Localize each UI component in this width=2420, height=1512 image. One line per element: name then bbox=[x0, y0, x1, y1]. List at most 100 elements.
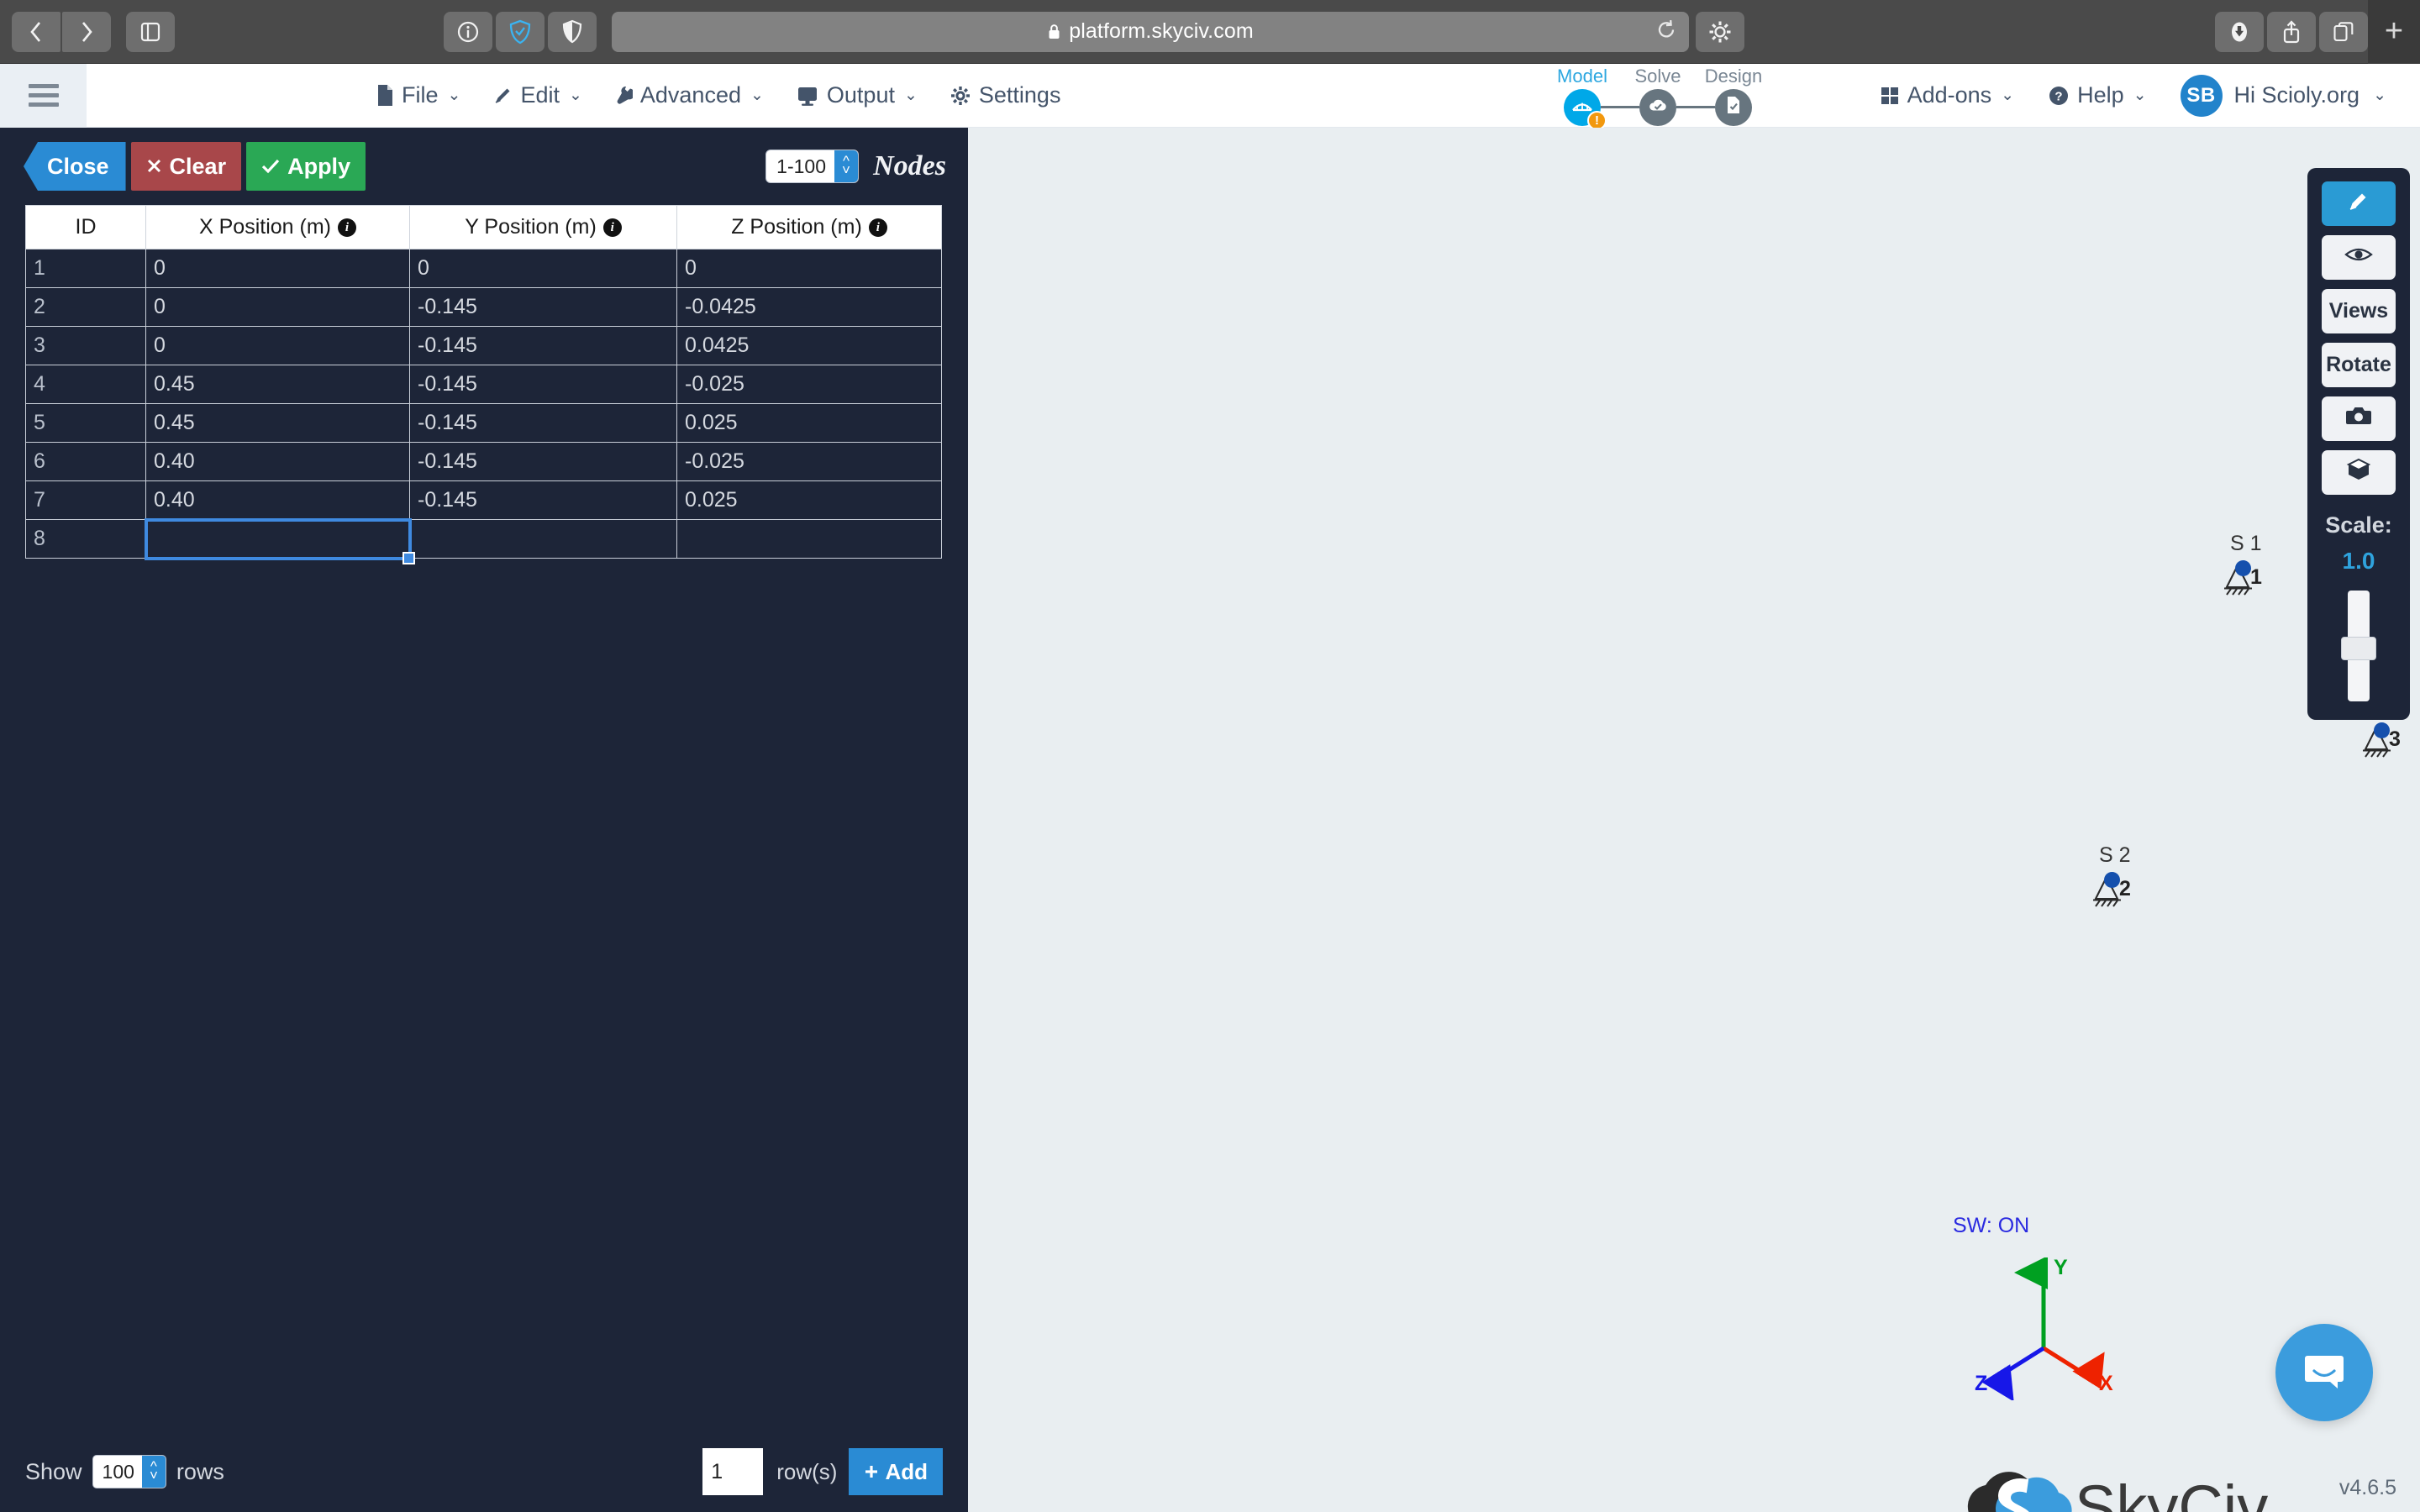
edit-mode-button[interactable] bbox=[2322, 181, 2396, 226]
model-viewport[interactable]: S 11S 33S 224 SW: ON Y bbox=[968, 128, 2420, 1512]
node-dot[interactable] bbox=[2235, 560, 2251, 576]
scale-slider-thumb[interactable] bbox=[2341, 637, 2376, 660]
table-cell-id[interactable]: 3 bbox=[25, 326, 146, 365]
clear-button[interactable]: Clear bbox=[130, 142, 242, 191]
show-rows-value: 100 bbox=[102, 1460, 134, 1483]
table-cell-id[interactable]: 2 bbox=[25, 287, 146, 327]
table-cell-x[interactable]: 0.45 bbox=[145, 365, 410, 404]
cell-fill-handle[interactable] bbox=[402, 552, 415, 564]
tab-overview-icon bbox=[2333, 21, 2354, 43]
show-rows-select[interactable]: 100 ^ ˅ bbox=[92, 1455, 166, 1488]
menu-label-edit: Edit bbox=[520, 82, 560, 108]
menu-item-output[interactable]: Output ⌄ bbox=[796, 82, 918, 108]
table-cell-z[interactable]: 0.025 bbox=[676, 480, 942, 520]
row-count-input[interactable] bbox=[702, 1448, 764, 1495]
menu-item-edit[interactable]: Edit ⌄ bbox=[492, 82, 582, 108]
views-button[interactable]: Views bbox=[2322, 289, 2396, 333]
column-header-y[interactable]: Y Position (m) i bbox=[409, 205, 677, 249]
menu-item-help[interactable]: ? Help ⌄ bbox=[2048, 82, 2147, 108]
table-cell-y[interactable]: 0 bbox=[409, 249, 677, 288]
column-header-id[interactable]: ID bbox=[25, 205, 146, 249]
info-icon[interactable]: i bbox=[337, 218, 356, 238]
visibility-button[interactable] bbox=[2322, 235, 2396, 280]
table-cell-id[interactable]: 8 bbox=[25, 519, 146, 559]
table-cell-y[interactable]: -0.145 bbox=[409, 365, 677, 404]
stepper-step-solve[interactable] bbox=[1639, 88, 1676, 126]
table-cell-y[interactable]: -0.145 bbox=[409, 480, 677, 520]
table-cell-y[interactable]: -0.145 bbox=[409, 403, 677, 443]
adguard-button[interactable] bbox=[496, 11, 544, 52]
render-3d-button[interactable] bbox=[2322, 450, 2396, 495]
info-icon[interactable]: i bbox=[602, 218, 622, 238]
table-cell-y[interactable]: -0.145 bbox=[409, 287, 677, 327]
table-cell-id[interactable]: 1 bbox=[25, 249, 146, 288]
scale-slider[interactable] bbox=[2341, 591, 2376, 701]
table-row[interactable]: 2 0 -0.145 -0.0425 bbox=[25, 287, 942, 327]
stepper-step-model[interactable]: ! bbox=[1564, 88, 1607, 130]
table-row[interactable]: 6 0.40 -0.145 -0.025 bbox=[25, 442, 942, 481]
table-row[interactable]: 4 0.45 -0.145 -0.025 bbox=[25, 365, 942, 404]
table-cell-z[interactable]: -0.025 bbox=[676, 442, 942, 481]
back-button[interactable] bbox=[12, 11, 60, 52]
table-cell-x[interactable]: 0.40 bbox=[145, 480, 410, 520]
table-cell-z[interactable]: -0.025 bbox=[676, 365, 942, 404]
table-row[interactable]: 8 bbox=[25, 517, 942, 564]
table-cell-z[interactable]: 0 bbox=[676, 249, 942, 288]
table-cell-id[interactable]: 7 bbox=[25, 480, 146, 520]
table-cell-z[interactable]: 0.0425 bbox=[676, 326, 942, 365]
table-cell-x[interactable]: 0 bbox=[145, 249, 410, 288]
menu-item-addons[interactable]: Add-ons ⌄ bbox=[1880, 82, 2014, 108]
menu-item-settings[interactable]: Settings bbox=[950, 82, 1060, 108]
table-cell-id[interactable]: 6 bbox=[25, 442, 146, 481]
column-header-x[interactable]: X Position (m) i bbox=[145, 205, 410, 249]
table-row[interactable]: 7 0.40 -0.145 0.025 bbox=[25, 480, 942, 520]
table-cell-z[interactable]: 0.025 bbox=[676, 403, 942, 443]
table-row[interactable]: 1000 bbox=[25, 249, 942, 288]
downloads-button[interactable] bbox=[2215, 11, 2264, 52]
table-cell-y[interactable] bbox=[409, 519, 677, 559]
hamburger-menu-button[interactable] bbox=[0, 63, 87, 128]
rotate-button[interactable]: Rotate bbox=[2322, 343, 2396, 387]
apply-button[interactable]: Apply bbox=[246, 142, 366, 191]
close-button[interactable]: Close bbox=[24, 142, 126, 191]
table-cell-y[interactable]: -0.145 bbox=[409, 442, 677, 481]
share-button[interactable] bbox=[2267, 11, 2316, 52]
monitor-icon bbox=[796, 85, 819, 107]
menu-item-file[interactable]: File ⌄ bbox=[376, 82, 460, 108]
forward-button[interactable] bbox=[62, 11, 111, 52]
table-cell-x[interactable]: 0 bbox=[145, 326, 410, 365]
browser-settings-button[interactable] bbox=[1696, 11, 1744, 52]
new-tab-button[interactable]: + bbox=[2368, 0, 2420, 64]
column-header-z[interactable]: Z Position (m) i bbox=[676, 205, 942, 249]
page-info-button[interactable] bbox=[444, 11, 492, 52]
table-cell-id[interactable]: 5 bbox=[25, 403, 146, 443]
table-cell-x[interactable]: 0 bbox=[145, 287, 410, 327]
sidebar-toggle-button[interactable] bbox=[126, 11, 175, 52]
share-icon bbox=[2281, 19, 2302, 45]
table-cell-y[interactable]: -0.145 bbox=[409, 326, 677, 365]
user-menu[interactable]: SB Hi Scioly.org ⌄ bbox=[2180, 74, 2386, 117]
table-cell-id[interactable]: 4 bbox=[25, 365, 146, 404]
stepper-step-design[interactable] bbox=[1715, 88, 1752, 126]
intercom-chat-button[interactable] bbox=[2275, 1324, 2373, 1421]
node-dot[interactable] bbox=[2374, 722, 2390, 738]
address-bar[interactable]: platform.skyciv.com bbox=[612, 11, 1689, 52]
privacy-shield-button[interactable] bbox=[548, 11, 597, 52]
node-dot[interactable] bbox=[2104, 872, 2120, 888]
table-cell-z[interactable] bbox=[676, 519, 942, 559]
tab-overview-button[interactable] bbox=[2319, 11, 2368, 52]
gear-icon bbox=[950, 85, 971, 107]
add-row-button[interactable]: Add bbox=[849, 1448, 943, 1495]
screenshot-button[interactable] bbox=[2322, 396, 2396, 441]
reload-icon[interactable] bbox=[1655, 18, 1677, 45]
table-row[interactable]: 5 0.45 -0.145 0.025 bbox=[25, 403, 942, 443]
intercom-chat-icon bbox=[2299, 1346, 2349, 1400]
row-range-select[interactable]: 1-100 ^ ˅ bbox=[765, 150, 859, 183]
table-cell-z[interactable]: -0.0425 bbox=[676, 287, 942, 327]
menu-item-advanced[interactable]: Advanced ⌄ bbox=[614, 82, 764, 108]
table-cell-x[interactable] bbox=[144, 517, 415, 564]
table-row[interactable]: 3 0 -0.145 0.0425 bbox=[25, 326, 942, 365]
table-cell-x[interactable]: 0.45 bbox=[145, 403, 410, 443]
info-icon[interactable]: i bbox=[868, 218, 887, 238]
table-cell-x[interactable]: 0.40 bbox=[145, 442, 410, 481]
